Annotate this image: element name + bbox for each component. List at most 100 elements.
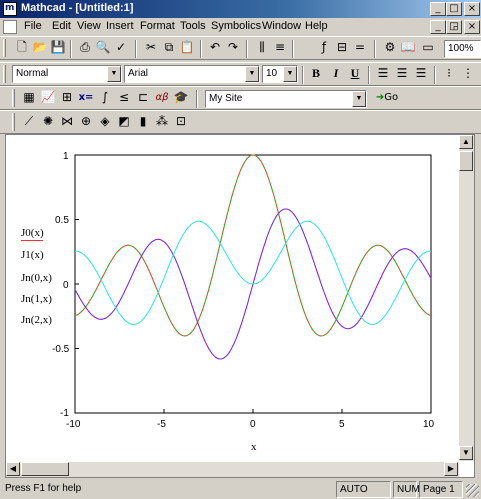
graph-icon[interactable]: 📈 (38, 88, 58, 108)
mathcad-app-icon[interactable]: m (3, 2, 17, 16)
paste-icon[interactable]: 📋 (177, 38, 197, 58)
menu-view[interactable]: View (77, 20, 101, 32)
vertical-scrollbar[interactable]: ▲ ▼ (459, 135, 474, 461)
calculator-icon[interactable]: ▦ (19, 88, 39, 108)
font-size-value: 10 (266, 68, 278, 79)
undo-icon[interactable]: ↶ (205, 38, 225, 58)
font-select[interactable]: Arial ▼ (124, 65, 260, 83)
bessel-plot[interactable] (6, 135, 476, 479)
font-size-select[interactable]: 10 ▼ (262, 65, 298, 83)
insert-unit-icon[interactable]: ⊟ (332, 38, 352, 58)
status-num: NUM (393, 481, 420, 498)
go-label: Go (384, 92, 399, 103)
menu-symbolics[interactable]: Symbolics (211, 20, 261, 32)
surface-plot-icon[interactable]: ⋈ (57, 112, 77, 132)
size-grip[interactable] (466, 484, 479, 497)
greek-button[interactable]: αβ (152, 88, 172, 108)
math-toolbar: ▦ 📈 ⊞ x= ∫ ≤ ⊏ αβ 🎓 My Site ▼ ➜Go (0, 86, 481, 110)
scroll-thumb[interactable] (459, 151, 473, 171)
doc-restore-button[interactable]: ◲ (446, 20, 462, 34)
chevron-down-icon[interactable]: ▼ (245, 66, 259, 82)
bold-button[interactable]: B (306, 64, 326, 84)
calculate-icon[interactable]: = (350, 38, 370, 58)
menu-help[interactable]: Help (305, 20, 328, 32)
scatter-3d-icon[interactable]: ◈ (95, 112, 115, 132)
toolbar-grip[interactable] (12, 113, 15, 131)
matrix-icon[interactable]: ⊞ (57, 88, 77, 108)
toolbar-grip[interactable] (3, 65, 6, 83)
patch-plot-icon[interactable]: ◩ (114, 112, 134, 132)
italic-button[interactable]: I (326, 64, 346, 84)
go-button[interactable]: ➜Go (372, 88, 402, 108)
doc-minimize-button[interactable]: _ (430, 20, 446, 34)
status-help-text: Press F1 for help (5, 483, 82, 494)
chevron-down-icon[interactable]: ▼ (107, 66, 121, 82)
zoom-select[interactable]: 100% (444, 40, 481, 58)
toolbar-grip[interactable] (3, 39, 6, 57)
copy-icon[interactable]: ⧉ (159, 38, 179, 58)
redo-icon[interactable]: ↷ (223, 38, 243, 58)
align-across-icon[interactable]: ⫼ (252, 38, 272, 58)
save-icon[interactable]: 💾 (48, 38, 68, 58)
new-document-icon[interactable]: 🗋 (12, 38, 32, 58)
open-folder-icon[interactable]: 📂 (30, 38, 50, 58)
scroll-right-icon[interactable]: ▶ (444, 462, 458, 476)
print-preview-icon[interactable]: 🔍 (93, 38, 113, 58)
contour-plot-icon[interactable]: ⊕ (76, 112, 96, 132)
align-right-icon[interactable]: ☰ (411, 64, 431, 84)
menu-file[interactable]: File (24, 20, 42, 32)
horizontal-scrollbar[interactable]: ◀ ▶ (6, 462, 459, 477)
chevron-down-icon[interactable]: ▼ (352, 91, 366, 107)
evaluation-button[interactable]: x= (76, 88, 96, 108)
symbolic-icon[interactable]: 🎓 (171, 88, 191, 108)
window-icon[interactable]: ▭ (418, 38, 438, 58)
worksheet-area[interactable]: J0(x) J1(x) Jn(0,x) Jn(1,x) Jn(2,x) 1 0.… (5, 134, 475, 478)
status-bar: Press F1 for help AUTO NUM Page 1 (0, 480, 481, 499)
calculus-icon[interactable]: ∫ (95, 88, 115, 108)
hscroll-thumb[interactable] (21, 462, 69, 476)
minimize-button[interactable]: _ (430, 2, 446, 16)
status-page: Page 1 (419, 481, 463, 498)
insert-component-icon[interactable]: ⚙ (380, 38, 400, 58)
underline-button[interactable]: U (345, 64, 365, 84)
print-icon[interactable]: ⎙ (75, 38, 95, 58)
vector-field-icon[interactable]: ⁂ (152, 112, 172, 132)
boolean-icon[interactable]: ≤ (114, 88, 134, 108)
menu-edit[interactable]: Edit (52, 20, 71, 32)
scroll-left-icon[interactable]: ◀ (6, 462, 20, 476)
style-select[interactable]: Normal ▼ (12, 65, 122, 83)
menu-format[interactable]: Format (140, 20, 175, 32)
programming-icon[interactable]: ⊏ (133, 88, 153, 108)
chevron-down-icon[interactable]: ▼ (283, 66, 297, 82)
title-bar[interactable]: m Mathcad - [Untitled:1] _ □ × (0, 0, 481, 18)
series-layer (74, 154, 432, 360)
align-left-icon[interactable]: ☰ (373, 64, 393, 84)
menu-tools[interactable]: Tools (180, 20, 206, 32)
toolbar-grip[interactable] (12, 89, 15, 107)
bullets-icon[interactable]: ⁝ (439, 64, 459, 84)
cut-icon[interactable]: ✂ (141, 38, 161, 58)
polar-plot-icon[interactable]: ✺ (38, 112, 58, 132)
insert-function-icon[interactable]: ƒ (314, 38, 334, 58)
document-icon[interactable] (3, 20, 17, 34)
scroll-up-icon[interactable]: ▲ (459, 135, 473, 149)
plot-wizard-icon[interactable]: ⊡ (171, 112, 191, 132)
close-button[interactable]: × (464, 2, 480, 16)
scroll-down-icon[interactable]: ▼ (459, 446, 473, 460)
numbering-icon[interactable]: ⋮ (458, 64, 478, 84)
menu-window[interactable]: Window (262, 20, 301, 32)
style-value: Normal (16, 68, 49, 79)
standard-toolbar: 🗋 📂 💾 ⎙ 🔍 ✓ ✂ ⧉ 📋 ↶ ↷ ⫼ ≡ ƒ ⊟ = ⚙ 📖 ▭ 10… (0, 36, 481, 60)
resource-center-icon[interactable]: 📖 (398, 38, 418, 58)
align-down-icon[interactable]: ≡ (270, 38, 290, 58)
spell-check-icon[interactable]: ✓ (111, 38, 131, 58)
doc-close-button[interactable]: × (464, 20, 480, 34)
xy-plot-icon[interactable]: ⟋ (19, 112, 39, 132)
bar-plot-3d-icon[interactable]: ▮ (133, 112, 153, 132)
status-mode: AUTO (336, 481, 391, 498)
resource-value: My Site (209, 93, 243, 104)
menu-insert[interactable]: Insert (106, 20, 134, 32)
align-center-icon[interactable]: ☰ (392, 64, 412, 84)
maximize-button[interactable]: □ (446, 2, 462, 16)
resource-select[interactable]: My Site ▼ (205, 90, 367, 108)
